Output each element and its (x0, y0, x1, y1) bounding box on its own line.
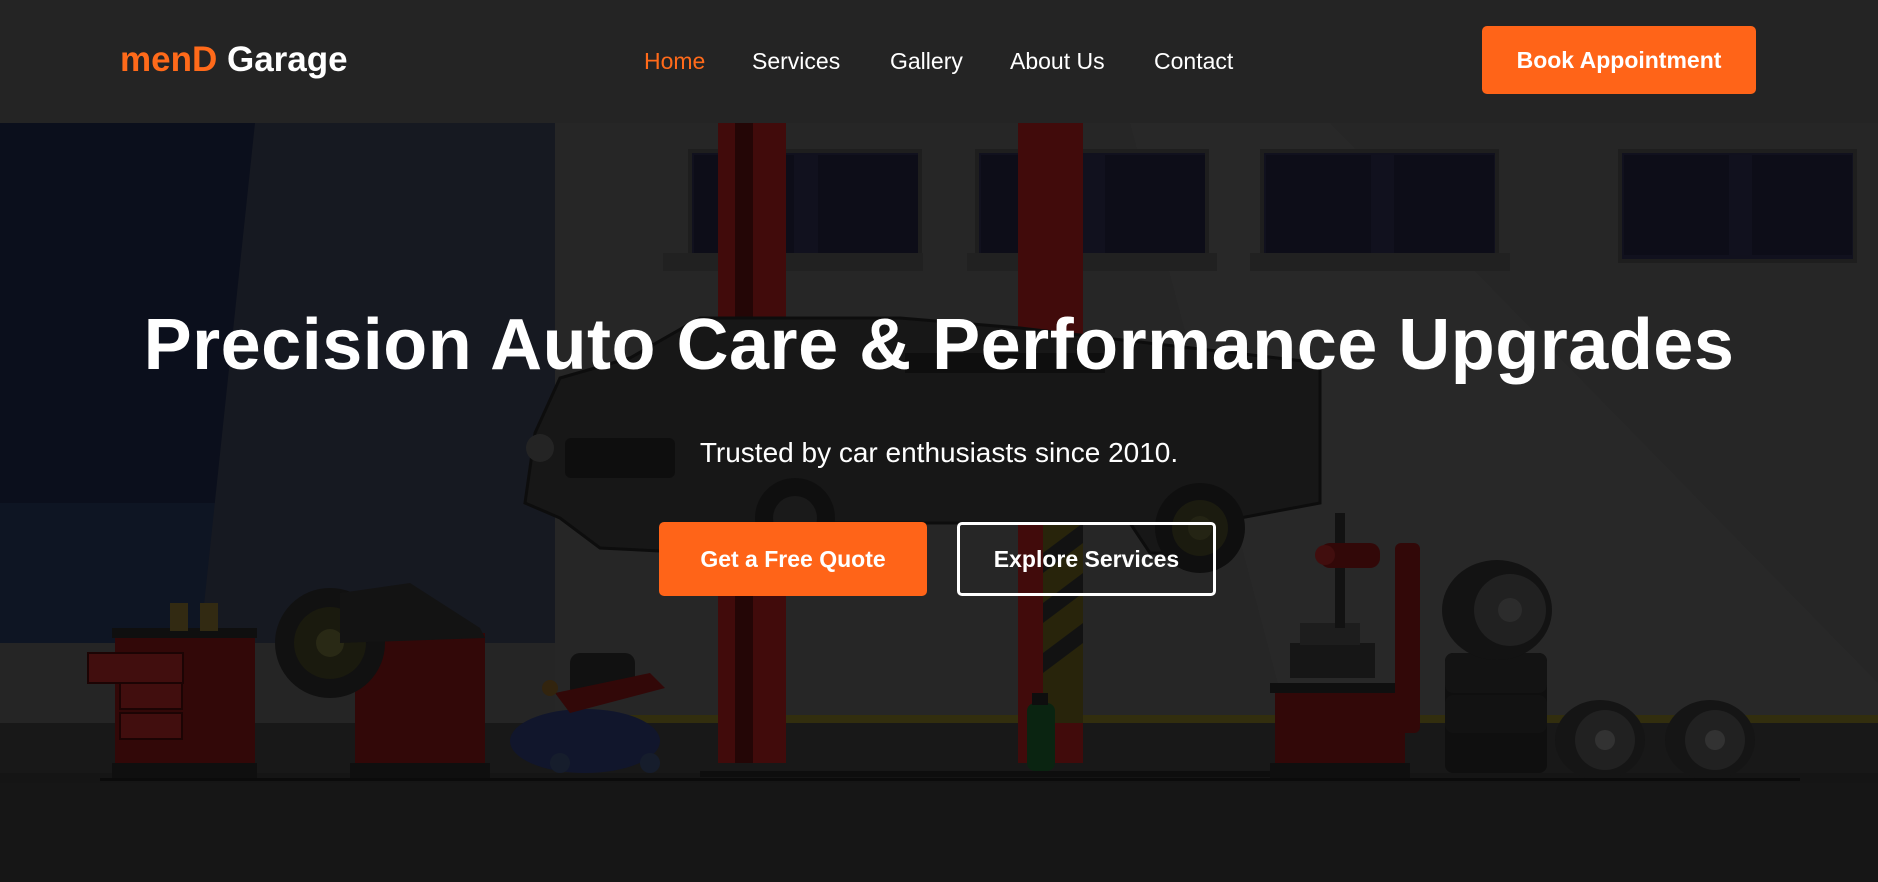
hero-overlay (0, 123, 1878, 882)
navbar: menD Garage Home Services Gallery About … (0, 0, 1878, 123)
nav-link-gallery[interactable]: Gallery (890, 47, 963, 75)
hero-section: Precision Auto Care & Performance Upgrad… (0, 123, 1878, 882)
get-free-quote-button[interactable]: Get a Free Quote (659, 522, 927, 596)
hero-subtitle: Trusted by car enthusiasts since 2010. (699, 437, 1179, 468)
nav-link-contact[interactable]: Contact (1154, 47, 1233, 75)
brand-name-accent: menD (120, 40, 218, 79)
brand-name-main: Garage (226, 40, 348, 79)
hero-title: Precision Auto Care & Performance Upgrad… (143, 305, 1735, 385)
brand-logo[interactable]: menD Garage (120, 38, 348, 82)
explore-services-button[interactable]: Explore Services (957, 522, 1216, 596)
nav-link-about-us[interactable]: About Us (1010, 47, 1105, 75)
nav-link-home[interactable]: Home (644, 47, 705, 75)
nav-link-services[interactable]: Services (752, 47, 840, 75)
book-appointment-button[interactable]: Book Appointment (1482, 26, 1756, 94)
